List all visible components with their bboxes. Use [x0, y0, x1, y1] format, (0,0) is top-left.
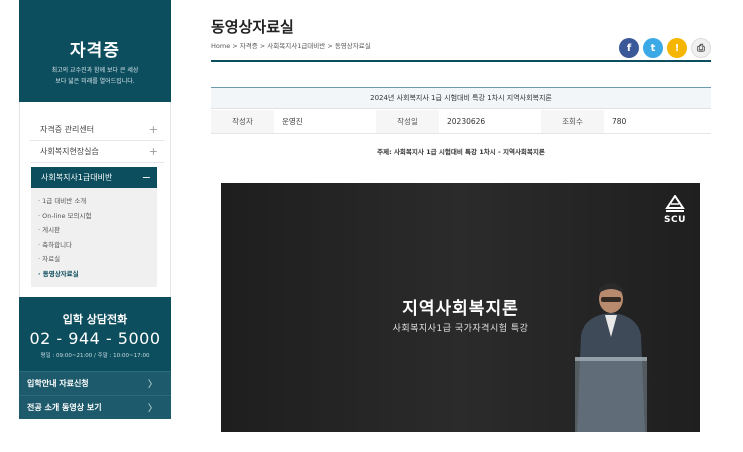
post-subject: 주제: 사회복지사 1급 시험대비 특강 1차시 - 지역사회복지론	[377, 148, 545, 156]
author-value: 운영진	[282, 117, 303, 126]
submenu-item-mock-exam[interactable]: · On-line 모의시험	[38, 209, 150, 224]
presenter-image	[575, 283, 647, 432]
share-buttons: f t ! ⎙	[619, 38, 711, 58]
sidebar-submenu: · 1급 대비반 소개 · On-line 모의시험 · 게시판 · 축하합니다…	[31, 188, 157, 287]
submenu-item-board[interactable]: · 게시판	[38, 223, 150, 238]
scu-logo-icon	[665, 194, 685, 212]
sidebar-item-exam-prep[interactable]: 사회복지사1급대비반 −	[31, 167, 157, 188]
date-value: 20230626	[447, 117, 486, 126]
views-value: 780	[612, 117, 627, 126]
sidebar-item-label: 사회복지사1급대비반	[41, 173, 113, 182]
sidebar-hero: 자격증 최고의 교수진과 함께 보다 큰 세상 보다 넓은 미래를 열어드립니다…	[19, 0, 171, 102]
submenu-item-video-archive[interactable]: · 동영상자료실	[38, 267, 150, 282]
page-title: 동영상자료실	[211, 18, 294, 36]
post-title: 2024년 사회복지사 1급 시험대비 특강 1차시 지역사회복지론	[211, 87, 711, 109]
twitter-icon[interactable]: t	[643, 38, 663, 58]
link-label: 입학안내 자료신청	[27, 379, 89, 388]
views-label: 조회수	[541, 110, 604, 133]
sidebar-subtitle: 최고의 교수진과 함께 보다 큰 세상 보다 넓은 미래를 열어드립니다.	[19, 65, 171, 87]
kakaostory-icon[interactable]: !	[667, 38, 687, 58]
facebook-icon[interactable]: f	[619, 38, 639, 58]
collapse-icon: −	[141, 171, 151, 184]
sidebar-subtitle-line1: 최고의 교수진과 함께 보다 큰 세상	[51, 67, 139, 74]
submenu-item-archive[interactable]: · 자료실	[38, 252, 150, 267]
sidebar-item-label: 자격증 관리센터	[40, 125, 95, 134]
sidebar-item-certificate-center[interactable]: 자격증 관리센터 +	[30, 119, 164, 141]
sidebar-title: 자격증	[70, 41, 120, 61]
chevron-right-icon: 〉	[147, 404, 157, 414]
title-divider	[211, 60, 711, 62]
expand-icon: +	[148, 145, 158, 158]
chevron-right-icon: 〉	[147, 380, 157, 390]
scu-logo: SCU	[661, 194, 689, 225]
scu-logo-text: SCU	[664, 215, 686, 225]
post-meta: 작성자 운영진 작성일 20230626 조회수 780	[211, 110, 711, 134]
phone-number: 02 - 944 - 5000	[29, 329, 161, 348]
video-player[interactable]: SCU 지역사회복지론 사회복지사1급 국가자격시험 특강	[221, 183, 700, 432]
author-label: 작성자	[211, 110, 274, 133]
link-label: 전공 소개 동영상 보기	[27, 403, 102, 412]
sidebar-menu: 자격증 관리센터 + 사회복지현장실습 + 사회복지사1급대비반 − · 1급 …	[19, 102, 171, 297]
major-video-link[interactable]: 전공 소개 동영상 보기 〉	[19, 395, 171, 419]
submenu-item-intro[interactable]: · 1급 대비반 소개	[38, 194, 150, 209]
submenu-item-congrats[interactable]: · 축하합니다	[38, 238, 150, 253]
date-label: 작성일	[376, 110, 439, 133]
sidebar-subtitle-line2: 보다 넓은 미래를 열어드립니다.	[55, 78, 135, 85]
admission-phone-box: 입학 상담전화 02 - 944 - 5000 평일 : 09:00~21:00…	[19, 297, 171, 371]
breadcrumb: Home > 자격증 > 사회복지사1급대비반 > 동영상자료실	[211, 42, 371, 50]
print-icon[interactable]: ⎙	[691, 38, 711, 58]
sidebar-item-label: 사회복지현장실습	[40, 147, 99, 156]
phone-label: 입학 상담전화	[62, 313, 128, 326]
expand-icon: +	[148, 123, 158, 136]
admission-materials-link[interactable]: 입학안내 자료신청 〉	[19, 371, 171, 395]
sidebar-item-field-practice[interactable]: 사회복지현장실습 +	[30, 141, 164, 163]
sidebar: 자격증 최고의 교수진과 함께 보다 큰 세상 보다 넓은 미래를 열어드립니다…	[19, 0, 171, 424]
phone-hours: 평일 : 09:00~21:00 / 주말 : 10:00~17:00	[40, 353, 150, 359]
